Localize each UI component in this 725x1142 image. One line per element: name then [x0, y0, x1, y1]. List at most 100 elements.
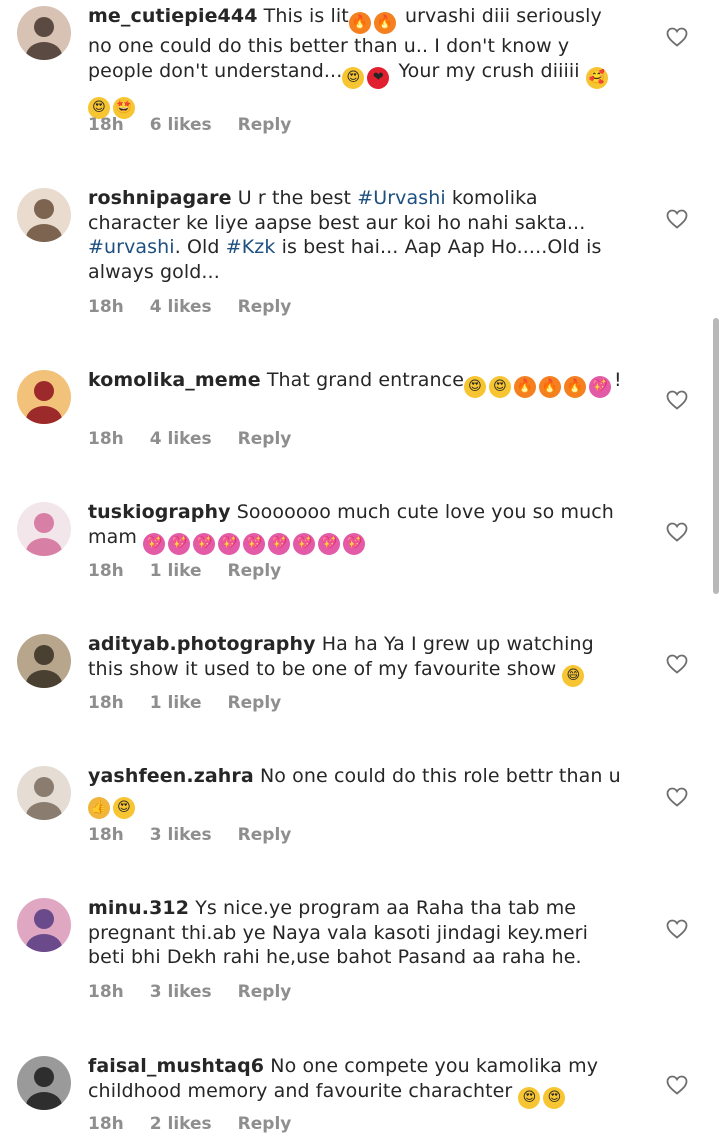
- comment-meta: 18h 6 likes Reply: [88, 115, 317, 135]
- like-count[interactable]: 6 likes: [150, 115, 212, 135]
- comment-username[interactable]: me_cutiepie444: [88, 5, 258, 27]
- comment-item: yashfeen.zahra No one could do this role…: [0, 764, 725, 853]
- sparkling-heart-emoji-icon: 💖: [143, 532, 166, 555]
- comment-item: komolika_meme That grand entrance 😍 😍 🔥 🔥 🔥 💖!…: [0, 368, 725, 457]
- comment-text-segment: !: [613, 369, 622, 391]
- like-count[interactable]: 1 like: [150, 693, 202, 713]
- reply-button[interactable]: Reply: [238, 429, 292, 449]
- like-count[interactable]: 2 likes: [150, 1114, 212, 1134]
- heart-eyes-emoji-icon: 😍: [488, 376, 511, 398]
- like-heart-icon[interactable]: [665, 785, 689, 809]
- comment-meta: 18h 1 like Reply: [88, 561, 307, 581]
- comment-timestamp: 18h: [88, 297, 124, 317]
- like-heart-icon[interactable]: [665, 207, 689, 231]
- comment-text-segment: Your my crush diiiii: [392, 59, 586, 82]
- hashtag-link[interactable]: #Kzk: [226, 236, 276, 258]
- comment-text-segment: No one could do this role bettr than u: [259, 765, 621, 787]
- fire-emoji-icon: 🔥: [538, 376, 561, 398]
- avatar[interactable]: [17, 766, 71, 820]
- comment-username[interactable]: komolika_meme: [88, 369, 261, 391]
- comment-timestamp: 18h: [88, 693, 124, 713]
- avatar[interactable]: [17, 898, 71, 952]
- sparkling-heart-emoji-icon: 💖: [168, 532, 191, 555]
- comment-username[interactable]: roshnipagare: [88, 187, 232, 209]
- sparkling-heart-emoji-icon: 💖: [293, 532, 316, 555]
- like-count[interactable]: 4 likes: [150, 297, 212, 317]
- comment-item: minu.312 Ys nice.ye program aa Raha tha …: [0, 896, 725, 1010]
- scrollbar[interactable]: [713, 318, 719, 594]
- comment-meta: 18h 4 likes Reply: [88, 297, 317, 317]
- comment-text-segment: U r the best: [237, 187, 358, 209]
- avatar[interactable]: [17, 188, 71, 242]
- comment-username[interactable]: adityab.photography: [88, 633, 316, 655]
- comment-text: minu.312 Ys nice.ye program aa Raha tha …: [88, 896, 628, 970]
- comment-meta: 18h 4 likes Reply: [88, 429, 317, 449]
- comment-meta: 18h 3 likes Reply: [88, 982, 317, 1002]
- sparkling-heart-emoji-icon: 💖: [218, 532, 241, 555]
- like-heart-icon[interactable]: [665, 388, 689, 412]
- comment-timestamp: 18h: [88, 115, 124, 135]
- comment-timestamp: 18h: [88, 825, 124, 845]
- hashtag-link[interactable]: #urvashi: [88, 236, 175, 258]
- comment-text: roshnipagare U r the best #Urvashi komol…: [88, 186, 628, 284]
- like-count[interactable]: 3 likes: [150, 825, 212, 845]
- fire-emoji-icon: 🔥: [373, 12, 396, 34]
- comment-text: tuskiography Sooooooo much cute love you…: [88, 500, 628, 555]
- red-heart-emoji-icon: ❤: [367, 66, 390, 89]
- comment-username[interactable]: tuskiography: [88, 501, 231, 523]
- comment-text-segment: . Old: [174, 236, 226, 258]
- comment-meta: 18h 1 like Reply: [88, 693, 307, 713]
- comment-text: komolika_meme That grand entrance 😍 😍 🔥 🔥 🔥 💖!: [88, 368, 628, 398]
- like-heart-icon[interactable]: [665, 1073, 689, 1097]
- heart-eyes-emoji-icon: 😍: [518, 1086, 541, 1109]
- reply-button[interactable]: Reply: [238, 115, 292, 135]
- comment-meta: 18h 2 likes Reply: [88, 1114, 317, 1134]
- comment-meta: 18h 3 likes Reply: [88, 825, 317, 845]
- smiling-hearts-emoji-icon: 🥰: [585, 66, 608, 89]
- avatar[interactable]: [17, 370, 71, 424]
- like-heart-icon[interactable]: [665, 652, 689, 676]
- comment-timestamp: 18h: [88, 1114, 124, 1134]
- comment-text: yashfeen.zahra No one could do this role…: [88, 764, 628, 819]
- sparkling-heart-emoji-icon: 💖: [318, 532, 341, 555]
- reply-button[interactable]: Reply: [228, 693, 282, 713]
- like-count[interactable]: 1 like: [150, 561, 202, 581]
- like-heart-icon[interactable]: [665, 520, 689, 544]
- avatar[interactable]: [17, 502, 71, 556]
- like-count[interactable]: 4 likes: [150, 429, 212, 449]
- like-heart-icon[interactable]: [665, 25, 689, 49]
- comment-text-segment: That grand entrance: [266, 369, 464, 391]
- comments-list: me_cutiepie444 This is lit 🔥 🔥 urvashi dii…: [0, 0, 725, 1138]
- hashtag-link[interactable]: #Urvashi: [357, 187, 446, 209]
- sparkling-heart-emoji-icon: 💖: [588, 376, 611, 398]
- comment-text: me_cutiepie444 This is lit 🔥 🔥 urvashi dii…: [88, 4, 628, 119]
- comment-username[interactable]: yashfeen.zahra: [88, 765, 254, 787]
- avatar[interactable]: [17, 634, 71, 688]
- reply-button[interactable]: Reply: [238, 1114, 292, 1134]
- like-count[interactable]: 3 likes: [150, 982, 212, 1002]
- comment-item: me_cutiepie444 This is lit 🔥 🔥 urvashi dii…: [0, 4, 725, 143]
- comment-text: faisal_mushtaq6 No one compete you kamol…: [88, 1054, 628, 1109]
- comment-username[interactable]: faisal_mushtaq6: [88, 1055, 264, 1077]
- reply-button[interactable]: Reply: [238, 297, 292, 317]
- reply-button[interactable]: Reply: [238, 982, 292, 1002]
- sparkling-heart-emoji-icon: 💖: [268, 532, 291, 555]
- comment-username[interactable]: minu.312: [88, 897, 189, 919]
- fire-emoji-icon: 🔥: [513, 376, 536, 398]
- avatar[interactable]: [17, 1056, 71, 1110]
- like-heart-icon[interactable]: [665, 917, 689, 941]
- heart-eyes-emoji-icon: 😍: [342, 66, 365, 89]
- heart-eyes-emoji-icon: 😍: [113, 796, 135, 819]
- fire-emoji-icon: 🔥: [348, 12, 371, 34]
- comment-item: faisal_mushtaq6 No one compete you kamol…: [0, 1054, 725, 1142]
- sparkling-heart-emoji-icon: 💖: [343, 532, 366, 555]
- comment-text-segment: This is lit: [263, 5, 349, 27]
- comment-item: adityab.photography Ha ha Ya I grew up w…: [0, 632, 725, 721]
- comment-timestamp: 18h: [88, 561, 124, 581]
- comment-item: roshnipagare U r the best #Urvashi komol…: [0, 186, 725, 325]
- reply-button[interactable]: Reply: [238, 825, 292, 845]
- reply-button[interactable]: Reply: [228, 561, 282, 581]
- comment-item: tuskiography Sooooooo much cute love you…: [0, 500, 725, 589]
- avatar[interactable]: [17, 6, 71, 60]
- heart-eyes-emoji-icon: 😍: [543, 1086, 566, 1109]
